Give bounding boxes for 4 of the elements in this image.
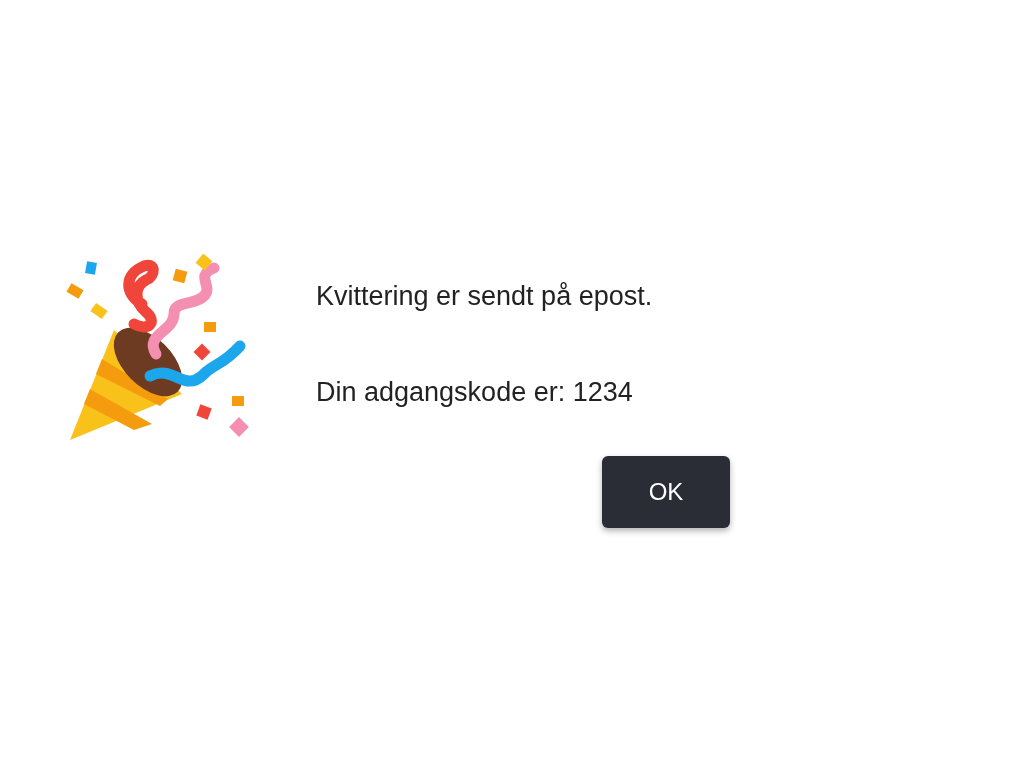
ok-button[interactable]: OK [602, 456, 730, 528]
message-text: Kvittering er sendt på epost. [316, 280, 654, 313]
access-code-text: Din adgangskode er: 1234 [316, 376, 634, 409]
party-popper-icon [64, 254, 250, 442]
